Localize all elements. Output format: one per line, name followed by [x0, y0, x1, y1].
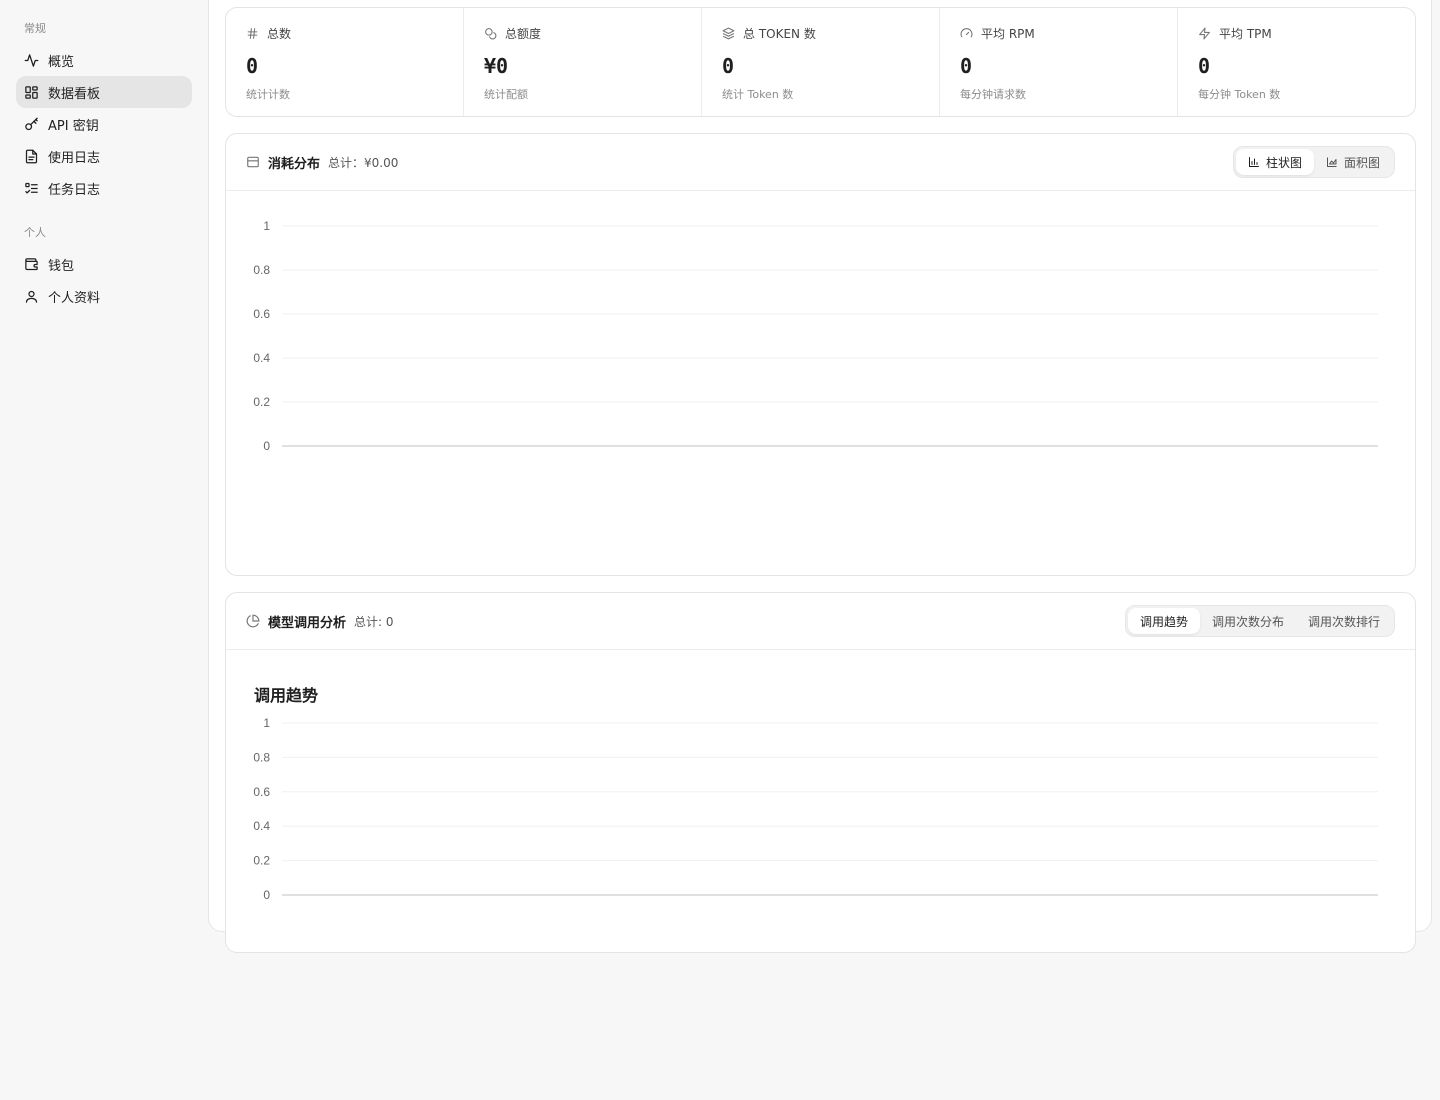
stat-value: ¥0	[484, 54, 509, 78]
sidebar-item-label: API 密钥	[48, 118, 99, 134]
sidebar-item-dashboard[interactable]: 数据看板	[16, 76, 192, 108]
y-tick-label: 0.2	[253, 854, 270, 868]
tab-call-ranking[interactable]: 调用次数排行	[1296, 608, 1392, 634]
stat-sub: 统计计数	[246, 88, 290, 101]
stat-sub: 每分钟请求数	[960, 88, 1026, 101]
main-content: 总数 0 统计计数 总额度 ¥0 统计配额 总 TOKEN 数 0 统计 Tok…	[208, 0, 1432, 953]
chart-type-toggle: 柱状图 面积图	[1232, 146, 1395, 178]
sidebar-item-label: 钱包	[48, 258, 75, 274]
y-tick-label: 0.4	[253, 351, 270, 365]
wallet-card-icon	[247, 156, 259, 168]
bar-chart-toggle[interactable]: 柱状图	[1235, 149, 1314, 175]
gauge-icon	[960, 27, 973, 37]
toggle-label: 柱状图	[1265, 155, 1302, 170]
stat-total-quota: 总额度 ¥0 统计配额	[464, 8, 702, 116]
stat-sub: 统计配额	[484, 88, 528, 101]
panel-total: 总计：¥0.00	[328, 155, 399, 170]
panel-header: 消耗分布 总计：¥0.00 柱状图 面积图	[226, 134, 1415, 191]
wallet-icon	[25, 257, 38, 270]
stat-label: 平均 RPM	[981, 26, 1035, 41]
y-tick-label: 0.8	[253, 263, 270, 277]
chart-title: 调用趋势	[254, 686, 319, 705]
y-tick-label: 0.2	[253, 395, 270, 409]
stat-avg-tpm: 平均 TPM 0 每分钟 Token 数	[1178, 8, 1415, 116]
stat-label: 总额度	[505, 26, 542, 41]
analysis-tabs: 调用趋势 调用次数分布 调用次数排行	[1124, 605, 1395, 637]
consumption-chart: 1 0.8 0.6 0.4 0.2 0	[253, 219, 1378, 453]
area-chart-toggle[interactable]: 面积图	[1314, 149, 1392, 175]
stat-sub: 统计 Token 数	[722, 88, 794, 101]
stat-total-count: 总数 0 统计计数	[226, 8, 464, 116]
stat-value: 0	[722, 54, 735, 78]
stat-total-tokens: 总 TOKEN 数 0 统计 Token 数	[702, 8, 940, 116]
sidebar-item-overview[interactable]: 概览	[16, 44, 192, 76]
toggle-label: 面积图	[1343, 155, 1380, 170]
stat-label: 平均 TPM	[1219, 26, 1272, 41]
user-icon	[25, 290, 38, 303]
dashboard-grid-icon	[25, 85, 38, 99]
sidebar-item-wallet[interactable]: 钱包	[16, 248, 192, 280]
stat-value: 0	[246, 54, 259, 78]
tab-call-trend[interactable]: 调用趋势	[1127, 608, 1200, 634]
panel-total: 总计: 0	[354, 614, 394, 629]
sidebar-item-label: 概览	[48, 54, 75, 70]
hash-icon	[247, 27, 258, 39]
stat-sub: 每分钟 Token 数	[1198, 88, 1281, 101]
y-tick-label: 1	[263, 716, 270, 730]
layers-icon	[722, 27, 735, 39]
y-tick-label: 0.4	[253, 819, 270, 833]
call-trend-chart: 1 0.8 0.6 0.4 0.2 0	[253, 716, 1378, 902]
consumption-panel: 消耗分布 总计：¥0.00 柱状图 面积图 1 0.8 0.6 0.4 0.2 0	[225, 133, 1416, 576]
y-tick-label: 0	[263, 439, 270, 453]
stat-label: 总数	[267, 26, 292, 41]
y-tick-label: 0.8	[253, 750, 270, 764]
sidebar-group-label: 个人	[24, 226, 46, 239]
sidebar-item-profile[interactable]: 个人资料	[16, 280, 192, 312]
bar-chart-icon	[1248, 157, 1259, 167]
sidebar-item-label: 个人资料	[48, 290, 101, 306]
panel-header: 模型调用分析 总计: 0 调用趋势 调用次数分布 调用次数排行	[226, 593, 1415, 650]
sidebar: 常规 概览 数据看板 API 密钥 使用日志 任务日志 个人 钱包 个人资料	[0, 0, 208, 1100]
key-icon	[25, 117, 38, 130]
sidebar-item-label: 使用日志	[48, 150, 101, 166]
stat-value: 0	[1198, 54, 1211, 78]
zap-icon	[1199, 27, 1210, 39]
y-tick-label: 0	[263, 888, 270, 902]
document-icon	[25, 149, 38, 163]
area-chart-icon	[1326, 157, 1337, 167]
stats-card: 总数 0 统计计数 总额度 ¥0 统计配额 总 TOKEN 数 0 统计 Tok…	[225, 7, 1416, 117]
y-tick-label: 0.6	[253, 307, 270, 321]
y-tick-label: 1	[263, 219, 270, 233]
panel-title: 消耗分布	[268, 156, 321, 172]
sidebar-group-label: 常规	[24, 22, 46, 35]
panel-title: 模型调用分析	[268, 615, 347, 631]
stat-avg-rpm: 平均 RPM 0 每分钟请求数	[940, 8, 1178, 116]
sidebar-item-task-logs[interactable]: 任务日志	[16, 172, 192, 204]
sidebar-item-label: 任务日志	[48, 182, 101, 198]
sidebar-item-usage-logs[interactable]: 使用日志	[16, 140, 192, 172]
stat-label: 总 TOKEN 数	[743, 26, 816, 41]
activity-icon	[24, 53, 39, 67]
stat-value: 0	[960, 54, 973, 78]
pie-chart-icon	[246, 614, 260, 628]
sidebar-item-api-keys[interactable]: API 密钥	[16, 108, 192, 140]
list-check-icon	[25, 182, 38, 193]
y-tick-label: 0.6	[253, 785, 270, 799]
coins-icon	[485, 27, 497, 39]
model-analysis-panel: 模型调用分析 总计: 0 调用趋势 调用次数分布 调用次数排行 调用趋势 1 0.…	[225, 592, 1416, 953]
sidebar-item-label: 数据看板	[48, 86, 101, 102]
tab-call-distribution[interactable]: 调用次数分布	[1200, 608, 1296, 634]
